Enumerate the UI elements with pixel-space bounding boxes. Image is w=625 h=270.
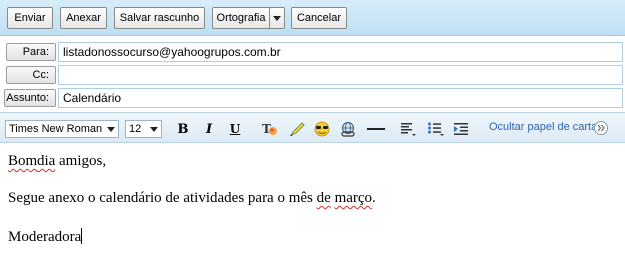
double-chevron-right-icon [597, 124, 605, 132]
chevron-down-icon [150, 127, 158, 132]
insert-link-button[interactable] [339, 121, 357, 137]
bold-button[interactable]: B [174, 121, 192, 137]
cancel-button[interactable]: Cancelar [291, 7, 347, 29]
misspelled-word: dia [36, 153, 56, 169]
bullet-list-button[interactable] [427, 121, 445, 137]
cc-row: Cc: [0, 64, 625, 86]
text-color-icon: T [262, 122, 277, 136]
body-line-greeting: Bom dia amigos, [8, 153, 106, 170]
align-left-icon [401, 123, 416, 136]
message-header: Para: listadonossocurso@yahoogrupos.com.… [0, 36, 625, 110]
text-cursor [81, 228, 83, 244]
smiley-sunglasses-icon [314, 121, 330, 137]
misspelled-word: março [334, 190, 373, 206]
highlighter-icon [289, 122, 305, 136]
spelling-dropdown-button[interactable] [270, 7, 285, 29]
indent-icon [454, 123, 468, 135]
link-globe-icon [341, 122, 355, 137]
cc-field[interactable] [58, 65, 623, 85]
to-label-button[interactable]: Para: [6, 43, 56, 61]
misspelled-word: de [316, 190, 331, 206]
font-family-value: Times New Roman [9, 123, 103, 135]
body-text: amigos, [55, 153, 107, 169]
hide-stationery-link[interactable]: Ocultar papel de carta [489, 121, 597, 133]
subject-row: Assunto: Calendário [0, 87, 625, 109]
emoticon-button[interactable] [313, 121, 331, 137]
highlight-color-button[interactable] [288, 121, 306, 137]
subject-field[interactable]: Calendário [58, 88, 623, 108]
body-line-main: Segue anexo o calendário de atividades p… [8, 190, 376, 207]
font-size-value: 12 [129, 123, 142, 135]
spelling-button[interactable]: Ortografia [212, 7, 270, 29]
align-button[interactable] [400, 121, 418, 137]
horizontal-line-icon [367, 128, 385, 130]
chevron-down-icon [107, 127, 115, 132]
bullet-list-icon [428, 122, 444, 136]
send-button[interactable]: Enviar [7, 7, 53, 29]
compose-toolbar: Enviar Anexar Salvar rascunho Ortografia… [0, 0, 625, 36]
chevron-down-icon [273, 15, 281, 21]
to-row: Para: listadonossocurso@yahoogrupos.com.… [0, 41, 625, 63]
body-text: . [372, 190, 376, 206]
body-line-signature: Moderadora [8, 228, 83, 246]
hide-stationery-button[interactable] [594, 121, 608, 135]
subject-label: Assunto: [4, 89, 56, 107]
indent-button[interactable] [453, 121, 471, 137]
message-body-editor[interactable]: Bom dia amigos, Segue anexo o calendário… [0, 144, 625, 270]
save-draft-button[interactable]: Salvar rascunho [114, 7, 205, 29]
underline-button[interactable]: U [226, 121, 244, 137]
misspelled-word: Bom [8, 153, 38, 169]
attach-button[interactable]: Anexar [60, 7, 107, 29]
body-text: Segue anexo o calendário de atividades p… [8, 190, 317, 206]
signature-text: Moderadora [8, 229, 82, 245]
text-color-button[interactable]: T [261, 121, 279, 137]
font-family-select[interactable]: Times New Roman [5, 120, 119, 138]
font-size-select[interactable]: 12 [125, 120, 162, 138]
formatting-toolbar: Times New Roman 12 B I U T Ocultar papel… [0, 112, 625, 143]
cc-label-button[interactable]: Cc: [6, 66, 56, 84]
to-field[interactable]: listadonossocurso@yahoogrupos.com.br [58, 42, 623, 62]
horizontal-rule-button[interactable] [367, 121, 385, 137]
italic-button[interactable]: I [200, 121, 218, 137]
